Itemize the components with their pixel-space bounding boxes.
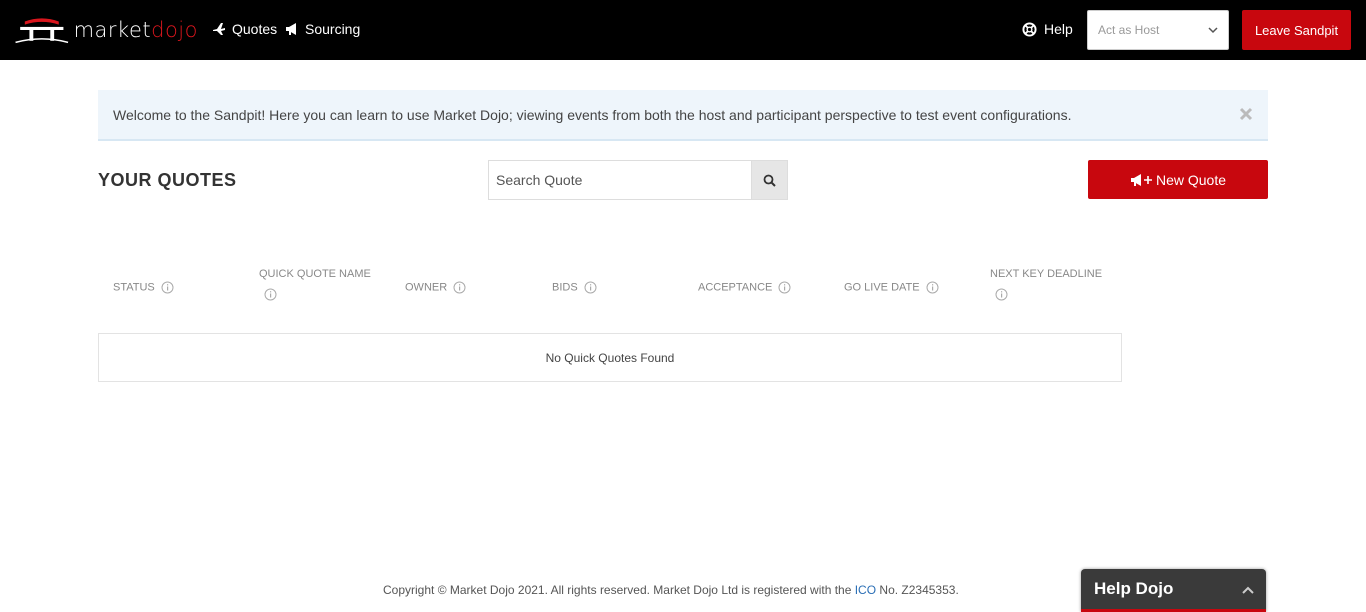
info-icon[interactable] <box>264 288 277 301</box>
new-quote-button[interactable]: New Quote <box>1088 160 1268 199</box>
leave-sandpit-button[interactable]: Leave Sandpit <box>1242 10 1351 50</box>
info-icon[interactable] <box>161 281 174 294</box>
act-as-value: Act as Host <box>1098 23 1160 37</box>
column-header-acceptance[interactable]: ACCEPTANCE <box>698 281 791 294</box>
help-dojo-label: Help Dojo <box>1094 579 1174 598</box>
new-quote-label: New Quote <box>1155 171 1227 188</box>
info-icon[interactable] <box>778 281 791 294</box>
dojo-gate-icon <box>15 18 69 44</box>
info-icon[interactable] <box>584 281 597 294</box>
column-header-bids[interactable]: BIDS <box>552 281 597 294</box>
help-dojo-widget[interactable]: Help Dojo <box>1081 569 1266 612</box>
nav-sourcing-label: Sourcing <box>305 21 361 37</box>
empty-message: No Quick Quotes Found <box>545 350 675 365</box>
column-header-next-key-deadline[interactable]: NEXT KEY DEADLINE <box>990 268 1102 301</box>
column-header-status[interactable]: STATUS <box>113 281 174 294</box>
column-header-owner[interactable]: OWNER <box>405 281 466 294</box>
help-label: Help <box>1044 21 1073 37</box>
info-icon[interactable] <box>453 281 466 294</box>
empty-table-row: No Quick Quotes Found <box>98 333 1122 382</box>
megaphone-plus-icon <box>1130 173 1152 186</box>
alert-message: Welcome to the Sandpit! Here you can lea… <box>113 106 1072 123</box>
footer-copyright: Copyright © Market Dojo 2021. All rights… <box>383 583 959 597</box>
lifebuoy-icon <box>1022 21 1037 37</box>
top-navbar: marketdojo Quotes Sourcing Help Act as H… <box>0 0 1366 60</box>
ico-link[interactable]: ICO <box>855 583 876 597</box>
close-icon[interactable] <box>1238 106 1254 122</box>
info-icon[interactable] <box>995 288 1008 301</box>
column-header-quick-quote-name[interactable]: QUICK QUOTE NAME <box>259 268 371 301</box>
market-dojo-logo[interactable]: marketdojo <box>14 12 198 48</box>
megaphone-icon <box>286 23 296 35</box>
welcome-alert: Welcome to the Sandpit! Here you can lea… <box>98 90 1268 141</box>
page-title: YOUR QUOTES <box>98 170 237 190</box>
airplane-icon <box>213 23 225 35</box>
column-header-go-live-date[interactable]: GO LIVE DATE <box>844 281 939 294</box>
search-input[interactable] <box>488 160 751 200</box>
chevron-down-icon <box>1208 27 1218 34</box>
act-as-select[interactable]: Act as Host <box>1087 10 1229 50</box>
nav-quotes[interactable]: Quotes <box>212 21 277 37</box>
search-button[interactable] <box>751 160 788 200</box>
help-link[interactable]: Help <box>1022 21 1073 37</box>
nav-sourcing[interactable]: Sourcing <box>285 21 360 37</box>
chevron-up-icon[interactable] <box>1242 586 1254 594</box>
search-icon <box>763 174 776 187</box>
search-bar <box>488 160 788 200</box>
info-icon[interactable] <box>926 281 939 294</box>
nav-quotes-label: Quotes <box>232 21 278 37</box>
